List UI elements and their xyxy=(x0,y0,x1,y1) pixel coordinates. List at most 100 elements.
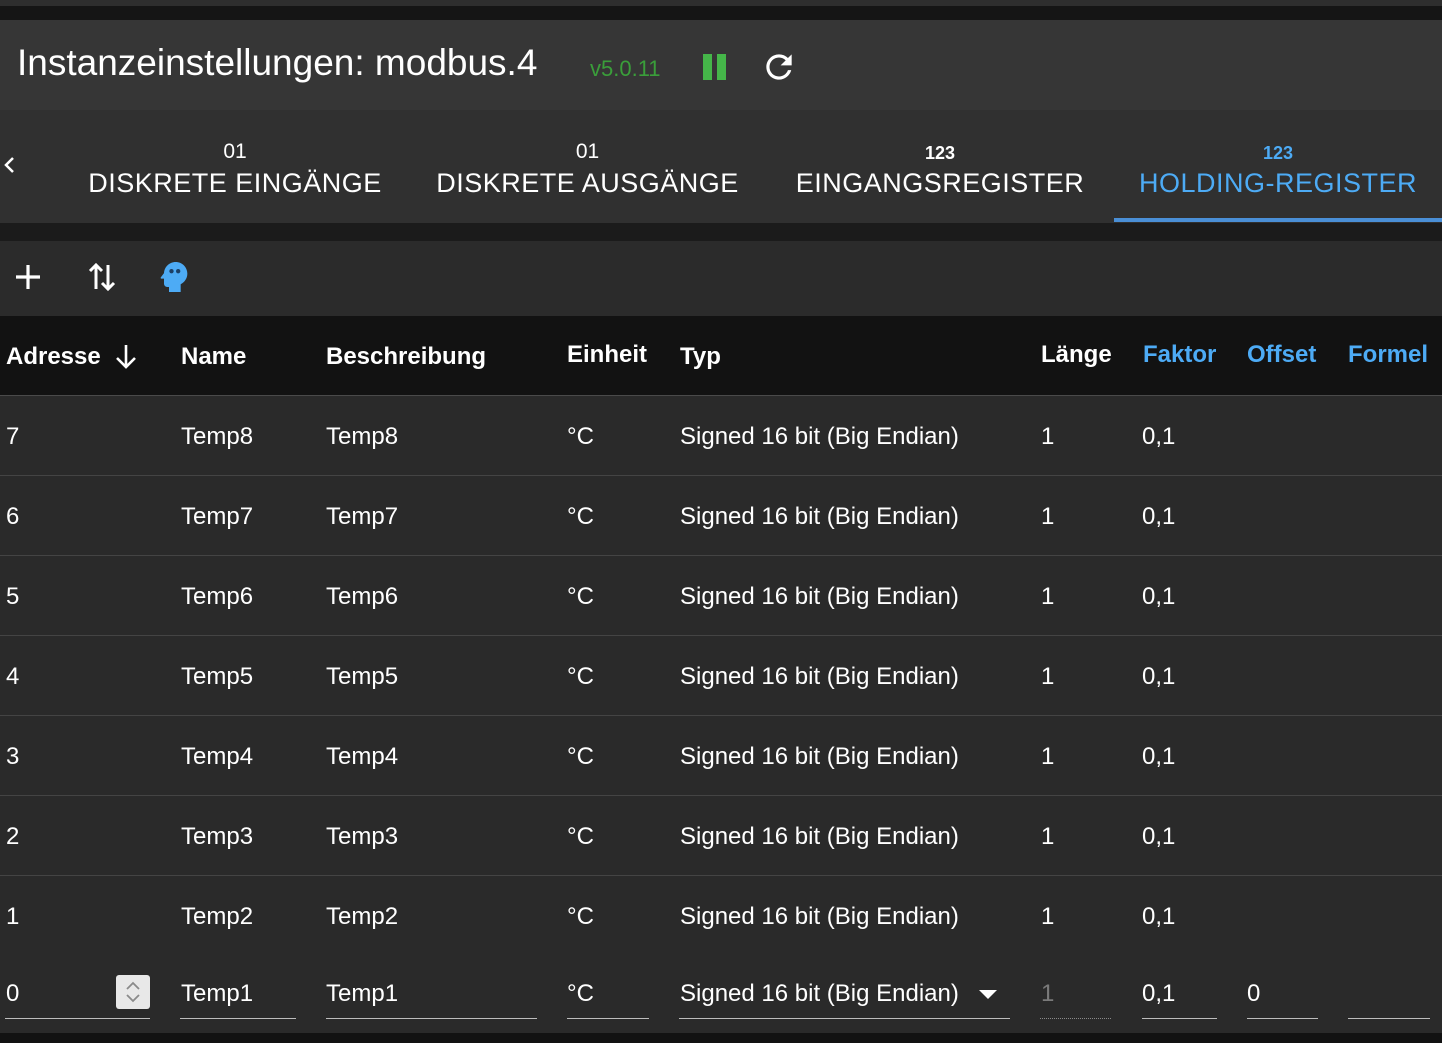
cell-name: Temp6 xyxy=(181,583,254,610)
cell-factor: 0,1 xyxy=(1142,743,1176,770)
binary-icon: 01 xyxy=(223,140,247,163)
cell-description: Temp3 xyxy=(326,823,399,850)
tab-diskrete-eingaenge[interactable]: 01 DISKRETE EINGÄNGE xyxy=(70,110,400,223)
column-type-header[interactable]: Typ xyxy=(680,343,721,371)
table-row[interactable]: 6 Temp7 Temp7 °C Signed 16 bit (Big Endi… xyxy=(0,476,1442,556)
cell-unit: °C xyxy=(567,903,594,930)
tab-scroll-left-button[interactable] xyxy=(0,150,20,180)
cell-description: Temp8 xyxy=(326,423,399,450)
cell-unit: °C xyxy=(567,743,594,770)
table-row[interactable]: 4 Temp5 Temp5 °C Signed 16 bit (Big Endi… xyxy=(0,636,1442,716)
section-gap xyxy=(0,223,1442,241)
table-edit-row: 0 Temp1 Temp1 °C Signed 16 bit (Big Endi… xyxy=(0,953,1442,1033)
cell-unit: °C xyxy=(567,503,594,530)
cell-unit: °C xyxy=(567,423,594,450)
tab-label: EINGANGSREGISTER xyxy=(795,168,1085,198)
offset-input[interactable]: 0 xyxy=(1247,980,1260,1008)
cell-type: Signed 16 bit (Big Endian) xyxy=(680,823,959,850)
bottom-strip xyxy=(0,1033,1442,1043)
length-input: 1 xyxy=(1041,980,1055,1007)
table-row[interactable]: 7 Temp8 Temp8 °C Signed 16 bit (Big Endi… xyxy=(0,396,1442,476)
cell-length: 1 xyxy=(1041,903,1055,930)
pause-icon-bar xyxy=(717,54,726,80)
table-row[interactable]: 3 Temp4 Temp4 °C Signed 16 bit (Big Endi… xyxy=(0,716,1442,796)
column-unit-header[interactable]: Einheit xyxy=(567,341,647,369)
tab-bar: 01 DISKRETE EINGÄNGE 01 DISKRETE AUSGÄNG… xyxy=(0,110,1442,223)
column-description-header[interactable]: Beschreibung xyxy=(326,343,486,371)
tab-label: HOLDING-REGISTER xyxy=(1138,168,1418,198)
formula-input-underline xyxy=(1348,1018,1430,1019)
column-length-header[interactable]: Länge xyxy=(1041,341,1112,369)
tab-diskrete-ausgaenge[interactable]: 01 DISKRETE AUSGÄNGE xyxy=(420,110,755,223)
table-toolbar xyxy=(0,241,1442,316)
factor-input-underline xyxy=(1142,1018,1217,1019)
page-title: Instanzeinstellungen: modbus.4 xyxy=(17,42,538,83)
cell-length: 1 xyxy=(1041,743,1055,770)
cell-factor: 0,1 xyxy=(1142,583,1176,610)
cell-description: Temp2 xyxy=(326,903,399,930)
add-row-button[interactable] xyxy=(8,257,48,297)
table-row[interactable]: 5 Temp6 Temp6 °C Signed 16 bit (Big Endi… xyxy=(0,556,1442,636)
factor-input[interactable]: 0,1 xyxy=(1142,980,1175,1008)
tab-eingangsregister[interactable]: 123 EINGANGSREGISTER xyxy=(780,110,1100,223)
expert-mode-button[interactable] xyxy=(154,257,194,297)
type-select[interactable]: Signed 16 bit (Big Endian) xyxy=(680,980,959,1008)
table-header: Adresse Name Beschreibung Einheit Typ Lä… xyxy=(0,316,1442,396)
top-divider xyxy=(0,0,1442,6)
cell-type: Signed 16 bit (Big Endian) xyxy=(680,743,959,770)
unit-input[interactable]: °C xyxy=(567,980,594,1008)
offset-input-underline xyxy=(1247,1018,1318,1019)
cell-type: Signed 16 bit (Big Endian) xyxy=(680,503,959,530)
cell-factor: 0,1 xyxy=(1142,663,1176,690)
length-input-underline xyxy=(1040,1018,1111,1019)
reload-button[interactable] xyxy=(760,48,798,86)
tab-label: DISKRETE EINGÄNGE xyxy=(88,168,382,198)
numeric-icon: 123 xyxy=(924,143,956,163)
chevron-up-down-icon xyxy=(126,981,140,1003)
top-strip xyxy=(0,0,1442,20)
chevron-left-icon xyxy=(4,157,14,173)
type-select-underline xyxy=(679,1018,1010,1019)
arrow-down-icon[interactable] xyxy=(112,341,140,371)
import-export-button[interactable] xyxy=(82,257,122,297)
cell-name: Temp2 xyxy=(181,903,254,930)
description-input-underline xyxy=(326,1018,537,1019)
cell-name: Temp5 xyxy=(181,663,254,690)
cell-description: Temp7 xyxy=(326,503,399,530)
cell-address: 6 xyxy=(6,503,20,530)
cell-unit: °C xyxy=(567,823,594,850)
cell-address: 5 xyxy=(6,583,20,610)
cell-length: 1 xyxy=(1041,663,1055,690)
description-input[interactable]: Temp1 xyxy=(326,980,398,1008)
caret-down-icon[interactable] xyxy=(978,989,998,1001)
cell-length: 1 xyxy=(1041,583,1055,610)
cell-description: Temp4 xyxy=(326,743,399,770)
expert-head-icon xyxy=(160,262,188,292)
cell-length: 1 xyxy=(1041,503,1055,530)
cell-type: Signed 16 bit (Big Endian) xyxy=(680,583,959,610)
name-input[interactable]: Temp1 xyxy=(181,980,253,1008)
column-offset-header[interactable]: Offset xyxy=(1247,341,1316,369)
address-input-underline xyxy=(5,1018,150,1019)
address-input[interactable]: 0 xyxy=(6,980,19,1008)
column-factor-header[interactable]: Faktor xyxy=(1143,341,1216,369)
address-stepper[interactable] xyxy=(116,975,150,1009)
table-row[interactable]: 1 Temp2 Temp2 °C Signed 16 bit (Big Endi… xyxy=(0,876,1442,956)
cell-unit: °C xyxy=(567,663,594,690)
cell-address: 4 xyxy=(6,663,20,690)
column-address-header[interactable]: Adresse xyxy=(6,343,101,371)
title-bar: Instanzeinstellungen: modbus.4 v5.0.11 xyxy=(0,20,1442,110)
numeric-icon: 123 xyxy=(1262,143,1294,163)
column-name-header[interactable]: Name xyxy=(181,343,246,371)
cell-type: Signed 16 bit (Big Endian) xyxy=(680,903,959,930)
cell-factor: 0,1 xyxy=(1142,903,1176,930)
column-formula-header[interactable]: Formel xyxy=(1348,341,1428,369)
table-row[interactable]: 2 Temp3 Temp3 °C Signed 16 bit (Big Endi… xyxy=(0,796,1442,876)
binary-icon: 01 xyxy=(575,140,600,163)
cell-factor: 0,1 xyxy=(1142,823,1176,850)
tab-holding-register[interactable]: 123 HOLDING-REGISTER xyxy=(1114,110,1442,223)
cell-address: 7 xyxy=(6,423,20,450)
cell-address: 3 xyxy=(6,743,20,770)
cell-name: Temp3 xyxy=(181,823,254,850)
pause-button[interactable] xyxy=(700,52,730,82)
